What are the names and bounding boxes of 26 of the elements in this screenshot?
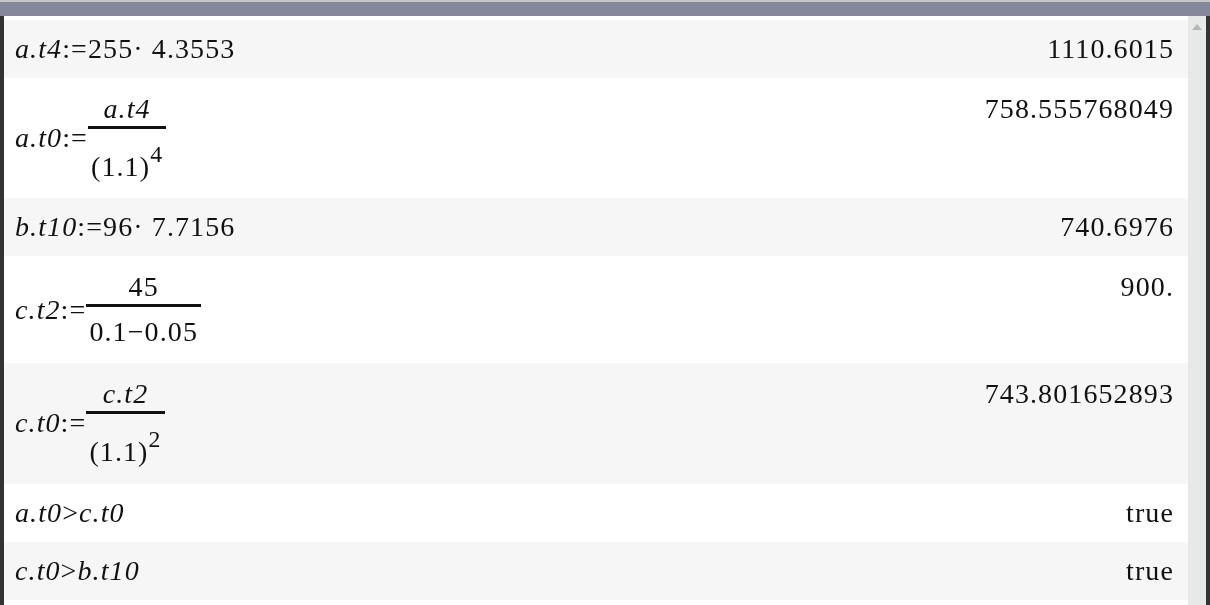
numerator-text: 45	[127, 270, 160, 305]
history-row[interactable]: b.t10:=96· 7.7156 740.6976	[4, 198, 1188, 257]
expression-text: b.t10:=96· 7.7156	[15, 210, 236, 245]
result-value: 743.801652893	[984, 377, 1174, 412]
assignment-text: a.t0:=	[15, 121, 88, 156]
assignment-text: c.t2:=	[15, 292, 87, 327]
denominator-text: 0.1−0.05	[88, 315, 199, 350]
assignment-text: c.t0:=	[15, 406, 87, 441]
scroll-up-icon[interactable]	[1192, 24, 1202, 30]
numerator-text: a.t4	[102, 92, 152, 126]
expression-text: c.t0>b.t10	[15, 553, 140, 588]
scrollbar[interactable]	[1188, 16, 1206, 605]
numerator-text: c.t2	[101, 377, 150, 412]
expression-text: a.t4:=255· 4.3553	[15, 32, 236, 66]
result-value: 900.	[1120, 270, 1174, 305]
denominator-text: (1.1)$^{4}$	[89, 140, 165, 185]
expression-text: a.t0>c.t0	[15, 495, 125, 530]
history-row[interactable]: a.t4:=255· 4.3553 1110.6015	[4, 20, 1188, 78]
denominator-text: (1.1)$^{2}$	[88, 425, 163, 470]
result-value: 740.6976	[1060, 210, 1174, 245]
history-row[interactable]: c.t0>b.t10 true	[4, 541, 1188, 600]
history-row[interactable]: c.t0:= c.t2 (1.1)$^{2}$ 743.801652893	[4, 363, 1188, 484]
result-value: 1110.6015	[1047, 32, 1174, 66]
result-value: true	[1126, 553, 1174, 588]
result-value: 758.555768049	[984, 92, 1174, 126]
result-value: true	[1126, 495, 1174, 530]
